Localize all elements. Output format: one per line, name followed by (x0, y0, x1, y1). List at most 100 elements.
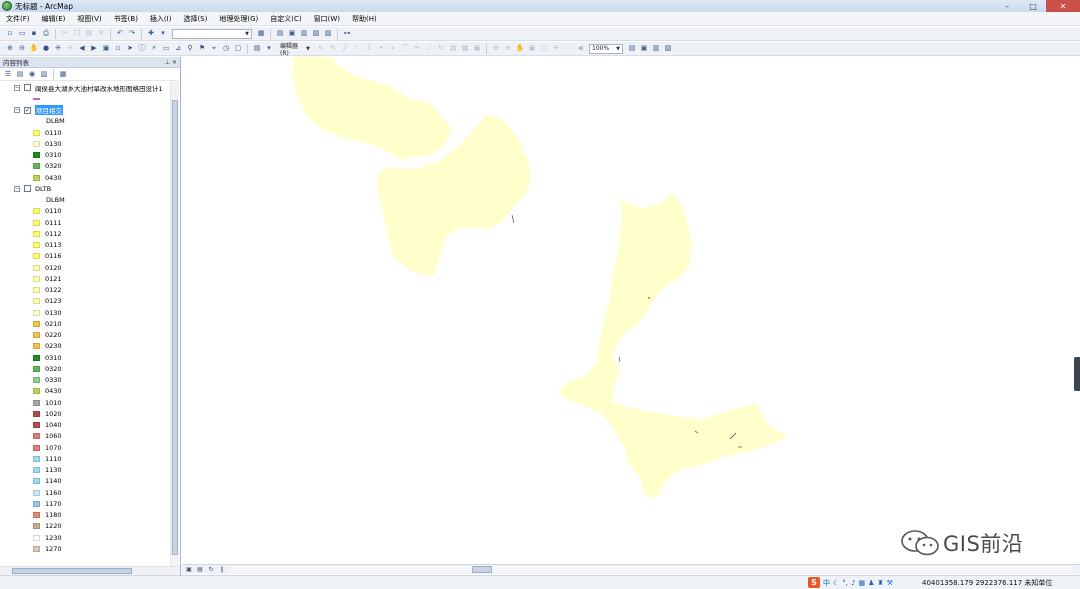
python-window-icon[interactable]: ▨ (324, 29, 333, 38)
sogou-ime-logo[interactable]: S (808, 577, 820, 588)
zoom-out-icon[interactable]: ⊖ (18, 44, 27, 53)
legend-color-swatch[interactable] (33, 230, 40, 237)
legend-class-row[interactable]: 0320 (0, 161, 171, 172)
legend-color-swatch[interactable] (33, 422, 40, 429)
editor-toolbar-icon[interactable]: ▦ (257, 29, 266, 38)
measure-icon[interactable]: ⊿ (174, 44, 183, 53)
wrench-icon[interactable]: ⚒ (887, 579, 893, 587)
toggle-draft-mode-icon[interactable]: ▤ (628, 44, 637, 53)
legend-color-swatch[interactable] (33, 242, 40, 249)
menu-help[interactable]: 帮助(H) (346, 14, 383, 24)
legend-color-swatch[interactable] (33, 399, 40, 406)
legend-class-row[interactable]: 0110 (0, 206, 171, 217)
scrollbar-thumb[interactable] (472, 566, 492, 573)
close-icon[interactable]: ✕ (1046, 0, 1080, 12)
menu-edit[interactable]: 编辑(E) (36, 14, 72, 24)
straight-segment-icon[interactable]: ╱ (341, 44, 350, 53)
layer-row-project-intersect[interactable]: − ✓ 项目相交 (0, 105, 171, 116)
legend-color-swatch[interactable] (33, 467, 40, 474)
minimize-icon[interactable]: – (994, 0, 1020, 12)
legend-color-swatch[interactable] (33, 512, 40, 519)
new-document-icon[interactable]: ▫ (6, 29, 15, 38)
side-panel-handle[interactable] (1074, 357, 1080, 391)
legend-color-swatch[interactable] (33, 523, 40, 530)
legend-class-row[interactable]: 0130 (0, 307, 171, 318)
legend-class-row[interactable]: 0220 (0, 330, 171, 341)
legend-class-row[interactable]: 1170 (0, 498, 171, 509)
map-view[interactable] (182, 57, 1080, 564)
legend-color-swatch[interactable] (33, 174, 40, 181)
split-icon[interactable]: ⟋ (425, 44, 434, 53)
scrollbar-thumb[interactable] (12, 568, 132, 574)
legend-class-row[interactable]: 1230 (0, 532, 171, 543)
forward-extent-icon[interactable]: ▶ (90, 44, 99, 53)
point-icon[interactable]: • (377, 44, 386, 53)
user-icon[interactable]: ♟ (868, 579, 874, 587)
select-elements-icon[interactable]: ➤ (126, 44, 135, 53)
legend-color-swatch[interactable] (33, 444, 40, 451)
menu-selection[interactable]: 选择(S) (177, 14, 213, 24)
legend-class-row[interactable]: 0121 (0, 273, 171, 284)
legend-color-swatch[interactable] (33, 332, 40, 339)
undo-icon[interactable]: ↶ (116, 29, 125, 38)
hyperlink-icon[interactable]: ⚡ (150, 44, 159, 53)
punctuation-icon[interactable]: °, (842, 579, 848, 587)
legend-color-swatch[interactable] (33, 264, 40, 271)
change-layout-icon[interactable]: ▥ (652, 44, 661, 53)
copy-icon[interactable]: ❐ (73, 29, 82, 38)
legend-color-swatch[interactable] (33, 208, 40, 215)
layer-row-design-lines[interactable]: − 闽侯县大湖乡大池村旱改水地形图格田设计1 (0, 82, 171, 93)
layout-zoom-in-icon[interactable]: ⊕ (492, 44, 501, 53)
legend-class-row[interactable]: 1160 (0, 487, 171, 498)
data-driven-pages-icon[interactable]: ▧ (664, 44, 673, 53)
fixed-zoom-out-layout-icon[interactable]: ⁘ (564, 44, 573, 53)
legend-class-row[interactable]: 0330 (0, 375, 171, 386)
create-features-icon[interactable]: ▣ (473, 44, 482, 53)
legend-class-row[interactable]: 1140 (0, 476, 171, 487)
fixed-zoom-out-icon[interactable]: ⁘ (66, 44, 75, 53)
save-icon[interactable]: ▪ (30, 29, 39, 38)
legend-color-swatch[interactable] (33, 433, 40, 440)
map-horizontal-scrollbar[interactable] (230, 566, 1072, 573)
legend-class-row[interactable]: 0310 (0, 352, 171, 363)
legend-color-swatch[interactable] (33, 410, 40, 417)
print-icon[interactable]: ⎙ (42, 29, 51, 38)
legend-color-swatch[interactable] (33, 343, 40, 350)
legend-color-swatch[interactable] (33, 309, 40, 316)
maximize-icon[interactable]: □ (1020, 0, 1046, 12)
list-by-drawing-order-icon[interactable]: ☰ (4, 70, 13, 79)
select-features-icon[interactable]: ▣ (102, 44, 111, 53)
legend-class-row[interactable]: 0112 (0, 228, 171, 239)
legend-color-swatch[interactable] (33, 129, 40, 136)
zoom-100-icon[interactable]: ▢ (540, 44, 549, 53)
cut-icon[interactable]: ✂ (61, 29, 70, 38)
legend-class-row[interactable]: 1270 (0, 543, 171, 554)
legend-class-row[interactable]: 0113 (0, 240, 171, 251)
end-point-arc-icon[interactable]: ◜ (353, 44, 362, 53)
fixed-zoom-in-layout-icon[interactable]: ⁜ (552, 44, 561, 53)
legend-class-row[interactable]: 1220 (0, 521, 171, 532)
reshape-icon[interactable]: ⌒ (401, 44, 410, 53)
open-folder-icon[interactable]: ▭ (18, 29, 27, 38)
pan-icon[interactable]: ✋ (30, 44, 39, 53)
legend-class-row[interactable]: 0320 (0, 363, 171, 374)
add-data-icon[interactable]: ✚ (147, 29, 156, 38)
legend-color-swatch[interactable] (33, 534, 40, 541)
legend-color-swatch[interactable] (33, 298, 40, 305)
edit-vertices-icon[interactable]: ⋄ (389, 44, 398, 53)
legend-color-swatch[interactable] (33, 152, 40, 159)
fixed-zoom-in-icon[interactable]: ⁜ (54, 44, 63, 53)
legend-class-row[interactable]: 0111 (0, 217, 171, 228)
keyboard-icon[interactable]: ▦ (858, 579, 865, 587)
legend-class-row[interactable]: 0230 (0, 341, 171, 352)
arctoolbox-icon[interactable]: ▧ (312, 29, 321, 38)
legend-color-swatch[interactable] (33, 219, 40, 226)
menu-geoprocessing[interactable]: 地理处理(G) (213, 14, 264, 24)
catalog-icon[interactable]: ▣ (288, 29, 297, 38)
pin-and-close-icons[interactable]: ⊥ ✕ (165, 59, 177, 66)
legend-color-swatch[interactable] (33, 287, 40, 294)
collapse-icon[interactable]: − (14, 84, 20, 91)
full-extent-icon[interactable]: ● (42, 44, 51, 53)
legend-class-row[interactable]: 1130 (0, 465, 171, 476)
list-by-selection-icon[interactable]: ▧ (40, 70, 49, 79)
